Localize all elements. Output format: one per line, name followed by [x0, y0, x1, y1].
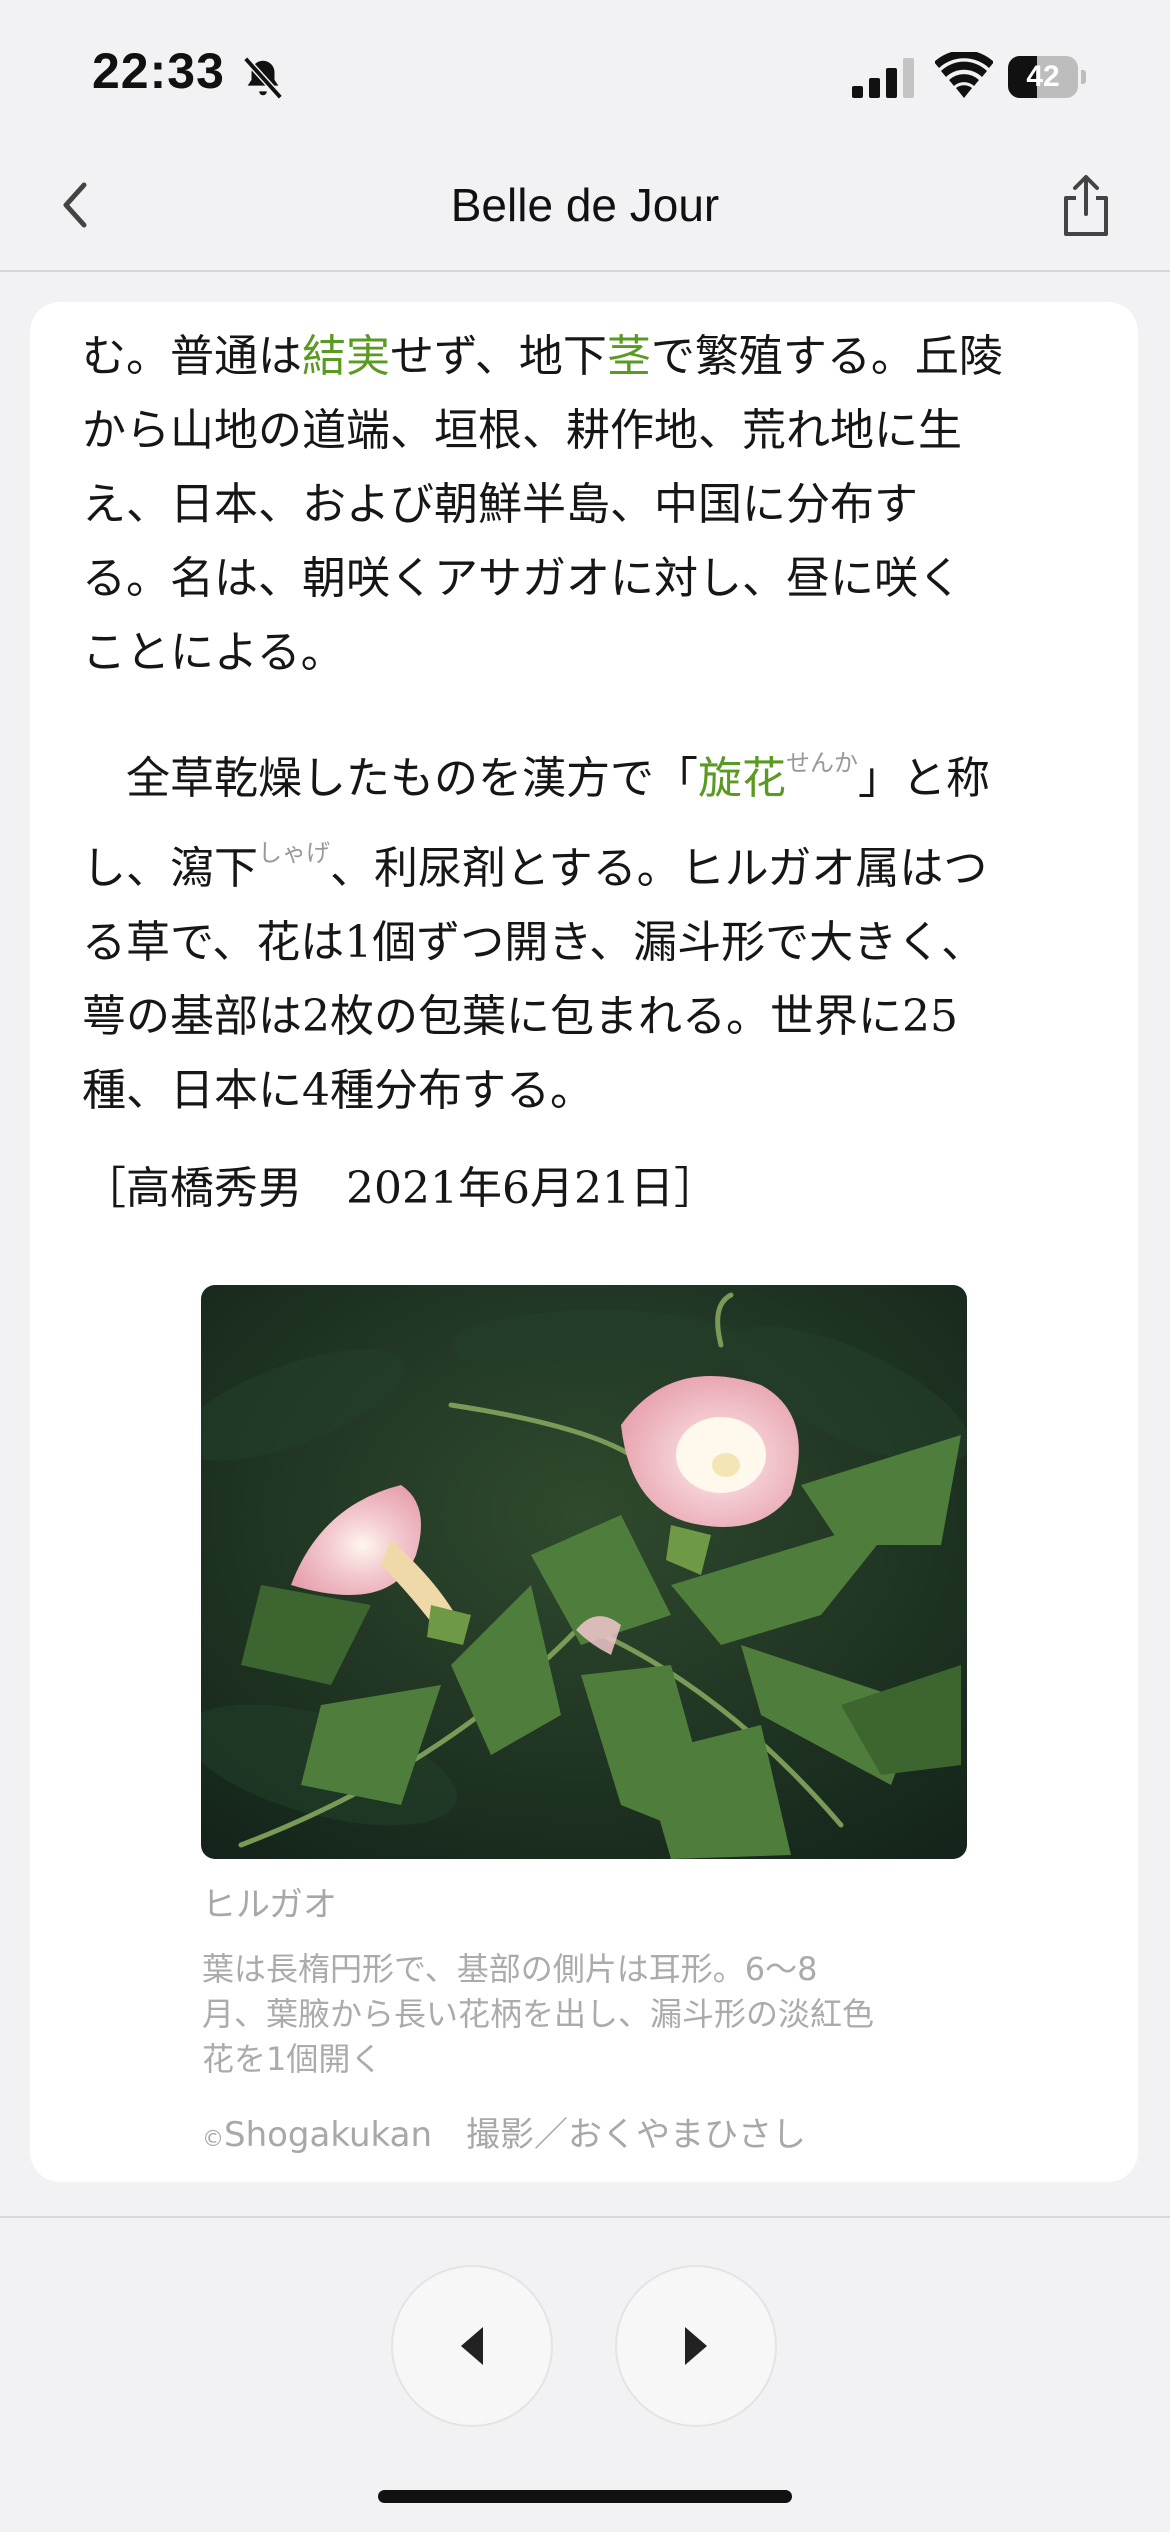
nav-bar: Belle de Jour [0, 150, 1170, 272]
figure-caption: 葉は長楕円形で、基部の側片は耳形。6〜8 月、葉腋から長い花柄を出し、漏斗形の淡… [202, 1947, 982, 2082]
figure-title: ヒルガオ [202, 1885, 337, 1925]
triangle-left-icon [461, 2327, 483, 2365]
paragraph-1: む。普通は結実せず、地下茎で繁殖する。丘陵から山地の道端、垣根、耕作地、荒れ地に… [82, 320, 1122, 690]
share-icon [1064, 175, 1108, 236]
status-time: 22:33 [92, 43, 225, 99]
battery-icon: 42 [1008, 56, 1086, 98]
ruby-reading: しゃげ [258, 839, 330, 867]
cellular-signal-icon [852, 58, 914, 98]
text-line: え、日本、および朝鮮半島、中国に分布す [82, 468, 1122, 542]
text-line: む。普通は結実せず、地下茎で繁殖する。丘陵 [82, 320, 1122, 394]
text-segment: 全草乾燥したものを漢方で「 [82, 753, 698, 804]
text-segment: で繁殖する。丘陵 [650, 331, 1003, 382]
caption-line: 葉は長楕円形で、基部の側片は耳形。6〜8 [202, 1950, 818, 1988]
text-line: る。名は、朝咲くアサガオに対し、昼に咲く [82, 542, 1122, 616]
share-button[interactable] [1050, 166, 1122, 246]
text-segment: る。名は、朝咲くアサガオに対し、昼に咲く [82, 553, 962, 604]
text-segment: む。普通は [82, 331, 302, 382]
text-segment: 」と称 [858, 753, 990, 804]
text-segment: から山地の道端、垣根、耕作地、荒れ地に生 [82, 405, 962, 456]
next-button[interactable] [615, 2265, 777, 2427]
article-body: む。普通は結実せず、地下茎で繁殖する。丘陵から山地の道端、垣根、耕作地、荒れ地に… [82, 320, 1122, 1226]
text-segment: る草で、花は1個ずつ開き、漏斗形で大きく、 [82, 917, 986, 968]
triangle-right-icon [685, 2327, 707, 2365]
wifi-icon [935, 52, 993, 98]
text-segment: せず、地下 [390, 331, 607, 382]
text-line: 萼の基部は2枚の包葉に包まれる。世界に25 [82, 980, 1122, 1054]
text-segment: し、瀉下 [82, 843, 258, 894]
copyright-mark: © [202, 2127, 224, 2152]
flower-photo[interactable] [201, 1285, 967, 1859]
term-link[interactable]: 茎 [607, 331, 651, 382]
battery-level: 42 [1026, 60, 1060, 93]
copyright-text: Shogakukan 撮影／おくやまひさし [224, 2115, 807, 2155]
bottom-divider [0, 2216, 1170, 2218]
text-segment: 種、日本に4種分布する。 [82, 1065, 594, 1116]
photo-copyright: ©Shogakukan 撮影／おくやまひさし [202, 2107, 806, 2156]
ruby-reading: せんか [786, 749, 858, 777]
term-link[interactable]: 旋花 [698, 753, 786, 804]
text-segment: 、利尿剤とする。ヒルガオ属はつ [330, 843, 988, 894]
text-line: ことによる。 [82, 616, 1122, 690]
text-segment: え、日本、および朝鮮半島、中国に分布す [82, 479, 918, 530]
previous-button[interactable] [391, 2265, 553, 2427]
text-line: 全草乾燥したものを漢方で「旋花せんか」と称 [82, 726, 1122, 816]
text-line: から山地の道端、垣根、耕作地、荒れ地に生 [82, 394, 1122, 468]
text-line: し、瀉下しゃげ、利尿剤とする。ヒルガオ属はつ [82, 816, 1122, 906]
home-indicator[interactable] [378, 2490, 792, 2503]
author-credit: ［高橋秀男 2021年6月21日］ [82, 1163, 718, 1214]
caption-line: 花を1個開く [202, 2040, 383, 2078]
text-segment: 萼の基部は2枚の包葉に包まれる。世界に25 [82, 991, 958, 1042]
hirugao-image [201, 1285, 967, 1859]
caption-line: 月、葉腋から長い花柄を出し、漏斗形の淡紅色 [202, 1995, 875, 2033]
article-card: む。普通は結実せず、地下茎で繁殖する。丘陵から山地の道端、垣根、耕作地、荒れ地に… [30, 302, 1138, 2182]
term-link[interactable]: 結実 [302, 331, 390, 382]
text-line: る草で、花は1個ずつ開き、漏斗形で大きく、 [82, 906, 1122, 980]
page-title: Belle de Jour [450, 179, 720, 231]
text-line: 種、日本に4種分布する。 [82, 1054, 1122, 1128]
status-bar: 22:33 42 [0, 0, 1170, 150]
bell-slash-icon [243, 56, 283, 100]
text-segment: ことによる。 [82, 627, 345, 678]
paragraph-2: 全草乾燥したものを漢方で「旋花せんか」と称 し、瀉下しゃげ、利尿剤とする。ヒルガオ… [82, 726, 1122, 1128]
